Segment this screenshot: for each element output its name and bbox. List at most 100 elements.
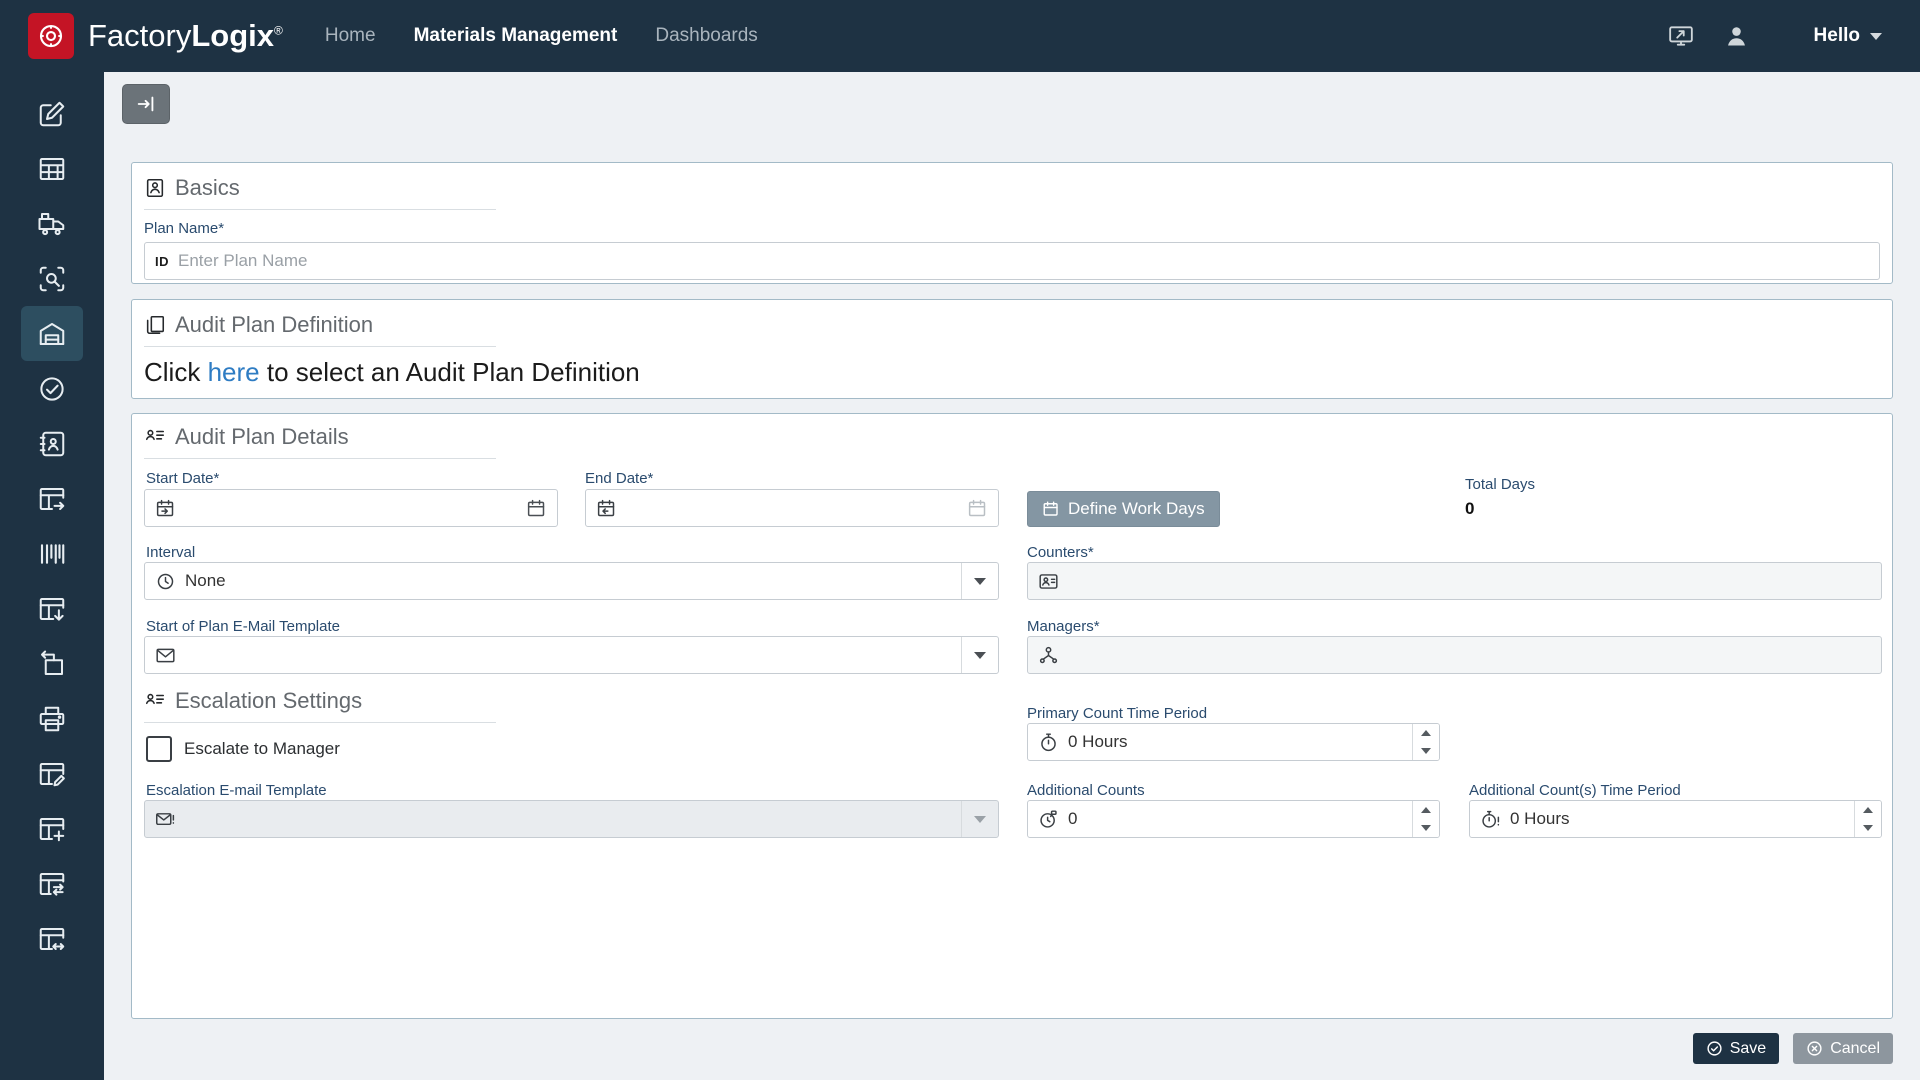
user-profile-icon[interactable]	[1722, 21, 1752, 51]
start-date-label: Start Date*	[146, 470, 219, 487]
chevron-down-icon	[1421, 825, 1431, 831]
remote-monitor-icon[interactable]	[1666, 21, 1696, 51]
total-days-label: Total Days	[1465, 476, 1535, 493]
sidebar-item-receive[interactable]	[21, 471, 83, 526]
stepper-down-button[interactable]	[1413, 819, 1439, 837]
sidebar-item-print-labels[interactable]	[21, 691, 83, 746]
stepper-up-button[interactable]	[1413, 801, 1439, 819]
sidebar-item-move[interactable]	[21, 911, 83, 966]
start-email-template-select[interactable]	[144, 636, 999, 674]
brand-title[interactable]: FactoryLogix®	[88, 18, 283, 54]
primary-count-stepper	[1412, 724, 1439, 760]
counters-field[interactable]	[1027, 562, 1882, 600]
stepper-down-button[interactable]	[1413, 742, 1439, 760]
calendar-end-icon	[596, 498, 617, 519]
total-days-value: 0	[1465, 499, 1474, 519]
escalation-email-dropdown-toggle	[961, 801, 998, 837]
primary-count-input[interactable]	[1068, 732, 1403, 752]
chevron-down-icon	[1863, 825, 1873, 831]
definition-header: Audit Plan Definition	[144, 312, 496, 347]
sidebar-item-warehouse[interactable]	[21, 306, 83, 361]
define-work-days-label: Define Work Days	[1068, 499, 1205, 519]
save-button[interactable]: Save	[1693, 1033, 1779, 1064]
cancel-button[interactable]: Cancel	[1793, 1033, 1893, 1064]
table-arrow-down-icon	[37, 594, 67, 624]
stepper-up-button[interactable]	[1413, 724, 1439, 742]
sidebar-item-transfer[interactable]	[21, 856, 83, 911]
chevron-down-icon	[974, 578, 986, 585]
check-circle-icon	[1706, 1040, 1723, 1057]
additional-counts-input[interactable]	[1068, 809, 1403, 829]
top-navbar: FactoryLogix® Home Materials Management …	[0, 0, 1920, 72]
chevron-down-icon	[974, 652, 986, 659]
managers-field[interactable]	[1027, 636, 1882, 674]
escalation-email-select	[144, 800, 999, 838]
escalation-settings-title: Escalation Settings	[175, 688, 362, 714]
sidebar-item-returns[interactable]	[21, 636, 83, 691]
additional-time-stepper	[1854, 801, 1881, 837]
sidebar-item-tables[interactable]	[21, 141, 83, 196]
address-book-icon	[37, 429, 67, 459]
primary-count-field	[1027, 723, 1440, 761]
clock-icon	[155, 571, 176, 592]
start-date-field[interactable]	[144, 489, 558, 527]
additional-counts-stepper	[1412, 801, 1439, 837]
sidebar-item-scan[interactable]	[21, 251, 83, 306]
escalation-email-label: Escalation E-mail Template	[146, 782, 327, 799]
factorylogix-logo-icon	[28, 13, 74, 59]
cancel-label: Cancel	[1830, 1040, 1880, 1058]
interval-value: None	[185, 571, 226, 591]
sidebar-item-issue[interactable]	[21, 581, 83, 636]
plan-name-input[interactable]	[178, 251, 1879, 271]
select-definition-link[interactable]: here	[208, 357, 260, 387]
nav-dashboards[interactable]: Dashboards	[655, 25, 757, 47]
user-menu[interactable]: Hello	[1814, 25, 1882, 47]
sidebar-item-shipping[interactable]	[21, 196, 83, 251]
collapse-panel-button[interactable]	[122, 84, 170, 124]
details-title: Audit Plan Details	[175, 424, 349, 450]
define-work-days-button[interactable]: Define Work Days	[1027, 491, 1220, 527]
stopwatch-icon	[1038, 732, 1059, 753]
nav-home[interactable]: Home	[325, 25, 376, 47]
sidebar-item-audits[interactable]	[21, 361, 83, 416]
end-date-field[interactable]	[585, 489, 999, 527]
interval-dropdown-toggle[interactable]	[961, 563, 998, 599]
calendar-start-icon	[155, 498, 176, 519]
open-calendar-icon[interactable]	[526, 498, 547, 519]
sidebar-item-table-edit[interactable]	[21, 746, 83, 801]
sidebar-item-contacts[interactable]	[21, 416, 83, 471]
table-arrow-right-icon	[37, 484, 67, 514]
sidebar-item-table-add[interactable]	[21, 801, 83, 856]
sidebar-item-edit-plan[interactable]	[21, 86, 83, 141]
chevron-down-icon	[1421, 748, 1431, 754]
scan-search-icon	[37, 264, 67, 294]
managers-label: Managers*	[1027, 618, 1100, 635]
basics-title: Basics	[175, 175, 240, 201]
chevron-up-icon	[1421, 807, 1431, 813]
escalate-to-manager-checkbox[interactable]	[146, 736, 172, 762]
stopwatch-alert-icon	[1480, 809, 1501, 830]
interval-select[interactable]: None	[144, 562, 999, 600]
start-email-template-label: Start of Plan E-Mail Template	[146, 618, 340, 635]
table-icon	[37, 154, 67, 184]
basics-panel: Basics Plan Name* ID	[131, 162, 1893, 284]
nav-materials-management[interactable]: Materials Management	[414, 25, 618, 47]
audit-plan-definition-panel: Audit Plan Definition Click here to sele…	[131, 299, 1893, 399]
counters-label: Counters*	[1027, 544, 1094, 561]
main-nav: Home Materials Management Dashboards	[325, 25, 758, 47]
table-edit-icon	[37, 759, 67, 789]
email-template-dropdown-toggle[interactable]	[961, 637, 998, 673]
chevron-down-icon	[1870, 33, 1882, 40]
open-calendar-icon-disabled	[967, 498, 988, 519]
stepper-down-button[interactable]	[1855, 819, 1881, 837]
pages-icon	[144, 314, 166, 336]
stepper-up-button[interactable]	[1855, 801, 1881, 819]
plan-name-label: Plan Name*	[144, 220, 1880, 237]
additional-time-input[interactable]	[1510, 809, 1845, 829]
box-return-icon	[37, 649, 67, 679]
sidebar-item-barcode[interactable]	[21, 526, 83, 581]
id-badge-icon: ID	[155, 254, 169, 269]
pencil-square-icon	[37, 99, 67, 129]
audit-plan-details-panel: Audit Plan Details Start Date* End Date*…	[131, 413, 1893, 1019]
form-actions: Save Cancel	[1693, 1033, 1893, 1064]
